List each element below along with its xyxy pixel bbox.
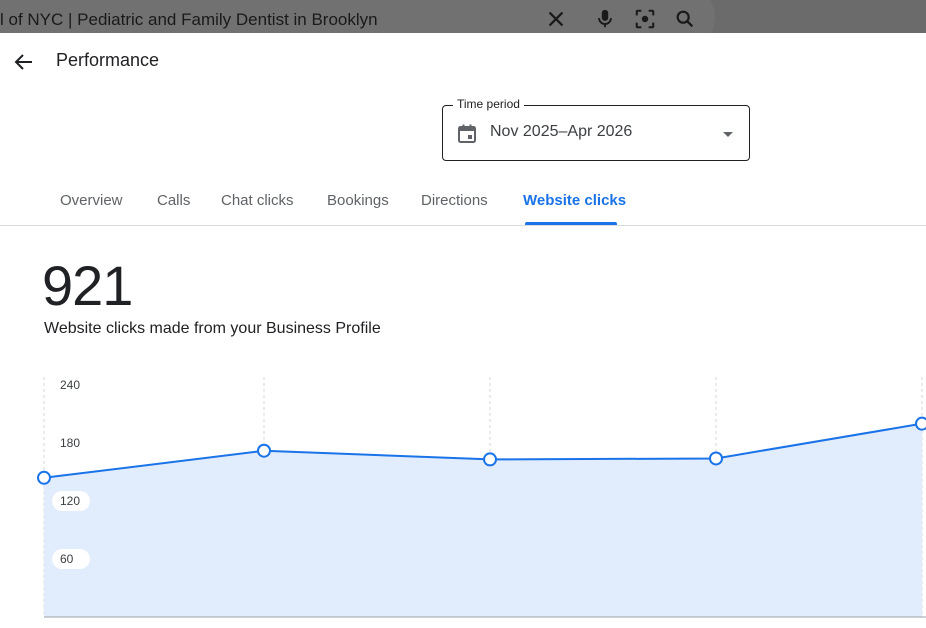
back-arrow-icon[interactable] — [12, 50, 36, 74]
close-icon[interactable] — [545, 8, 567, 30]
page-title: Performance — [56, 50, 160, 70]
tab-bookings[interactable]: Bookings — [327, 192, 389, 209]
chevron-down-icon — [723, 132, 733, 137]
panel-header: Performance — [0, 33, 926, 93]
website-clicks-chart: 60120180240Nov 2025Dec 2025Jan 2026Feb 2… — [37, 377, 926, 618]
y-tick-label-60: 60 — [60, 552, 74, 566]
tab-website-clicks[interactable]: Website clicks — [523, 192, 626, 209]
calendar-icon — [458, 124, 476, 143]
data-point-0[interactable] — [37, 470, 51, 485]
tab-overview[interactable]: Overview — [60, 192, 123, 209]
search-bar[interactable]: l of NYC | Pediatric and Family Dentist … — [0, 0, 926, 48]
y-tick-label-240: 240 — [60, 378, 80, 392]
time-period-label: Time period — [453, 97, 524, 111]
mic-icon[interactable] — [594, 8, 616, 30]
area-fill — [44, 423, 922, 617]
y-tick-label-120: 120 — [60, 494, 80, 508]
tab-directions[interactable]: Directions — [421, 192, 488, 209]
search-query-text[interactable]: l of NYC | Pediatric and Family Dentist … — [0, 10, 378, 30]
data-point-3[interactable] — [709, 451, 723, 466]
metric-total: 921 — [42, 254, 133, 317]
lens-icon[interactable] — [634, 8, 656, 30]
performance-panel: Performance Time period Nov 2025–Apr 202… — [0, 33, 926, 628]
metric-description: Website clicks made from your Business P… — [44, 320, 381, 337]
search-icon[interactable] — [674, 8, 696, 30]
time-period-select[interactable]: Time period Nov 2025–Apr 2026 — [442, 97, 750, 161]
tab-bar: Overview Calls Chat clicks Bookings Dire… — [0, 176, 926, 226]
y-tick-label-180: 180 — [60, 436, 80, 450]
data-point-4[interactable] — [915, 416, 926, 431]
data-point-1[interactable] — [257, 443, 271, 458]
time-period-value: Nov 2025–Apr 2026 — [490, 123, 633, 140]
tab-calls[interactable]: Calls — [157, 192, 190, 209]
active-tab-indicator — [525, 222, 617, 225]
tab-chat-clicks[interactable]: Chat clicks — [221, 192, 294, 209]
data-point-2[interactable] — [483, 452, 497, 467]
